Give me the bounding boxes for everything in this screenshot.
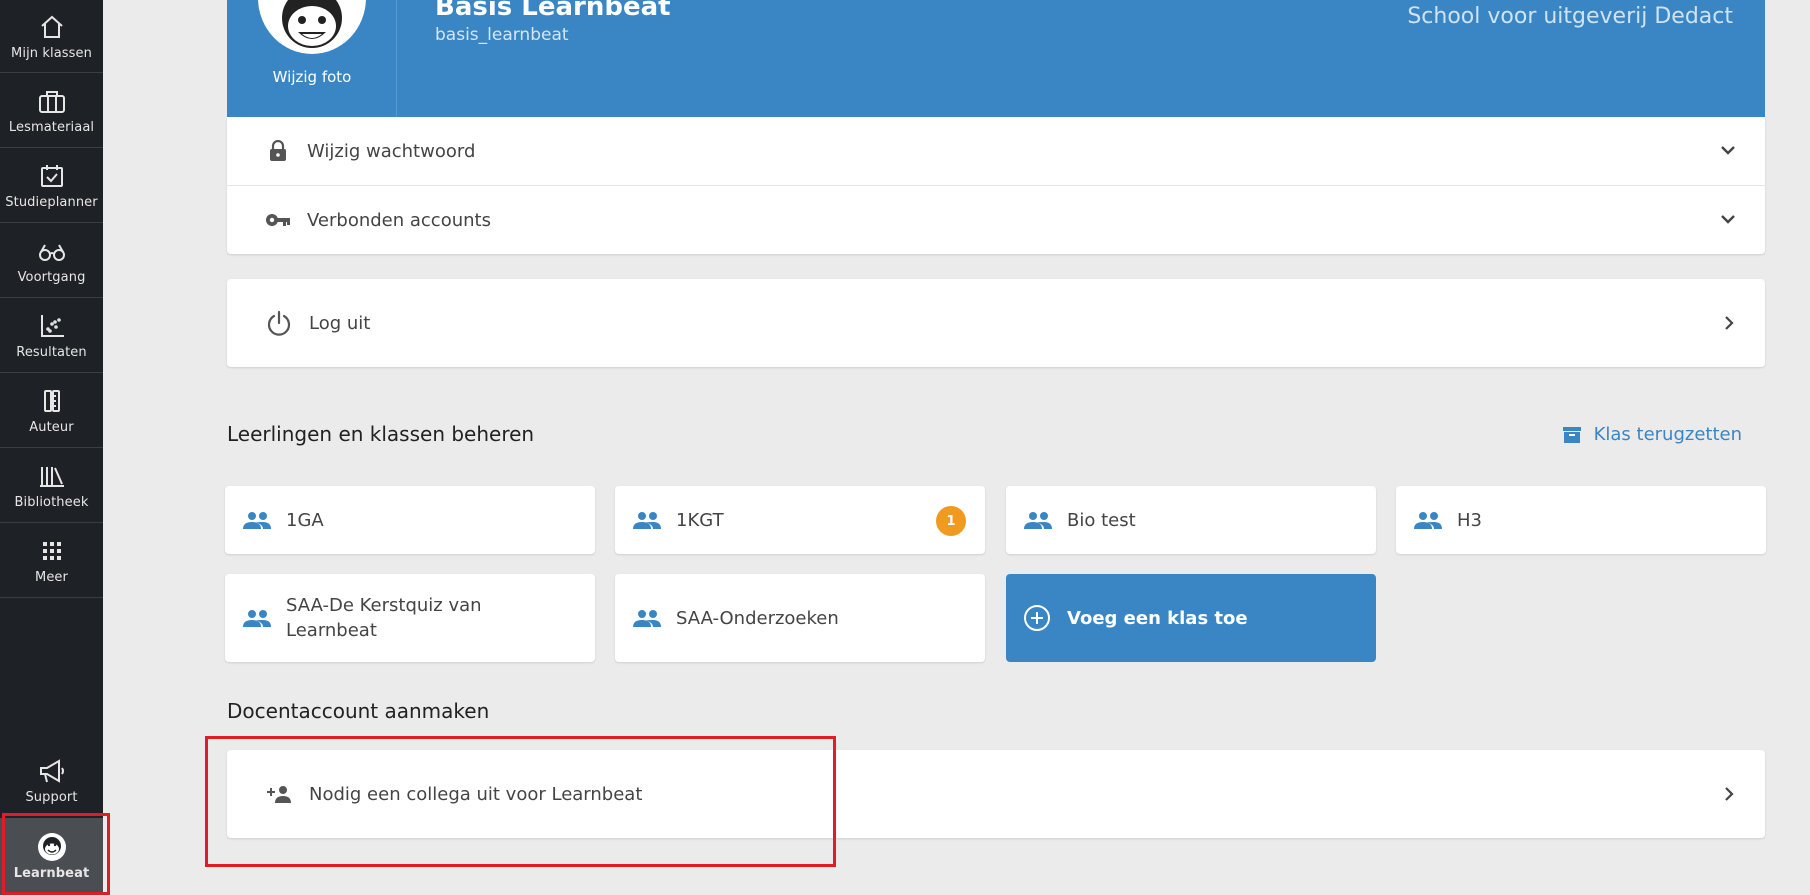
monkey-avatar-icon [37,832,67,862]
class-card-saa-kerstquiz[interactable]: SAA-De Kerstquiz van Learnbeat [225,574,595,662]
sidebar-item-studieplanner[interactable]: Studieplanner [0,148,103,223]
megaphone-icon [37,756,67,786]
sidebar-item-meer[interactable]: Meer [0,523,103,598]
class-card-bio-test[interactable]: Bio test [1006,486,1376,554]
group-icon [242,510,272,530]
avatar-section: Wijzig foto [227,0,397,117]
profile-username: basis_learnbeat [435,25,569,45]
power-icon [265,309,293,337]
logout-button[interactable]: Log uit [227,279,1765,367]
monkey-face-icon [282,0,342,48]
briefcase-icon [37,86,67,116]
chevron-down-icon [1719,141,1737,163]
class-card-saa-onderzoeken[interactable]: SAA-Onderzoeken [615,574,985,662]
add-class-button[interactable]: Voeg een klas toe [1006,574,1376,662]
sidebar-item-mijn-klassen[interactable]: Mijn klassen [0,0,103,73]
sidebar-item-auteur[interactable]: Auteur [0,373,103,448]
lock-icon [265,140,291,162]
account-settings: Wijzig wachtwoord Verbonden accounts [227,117,1765,254]
teacher-account-title: Docentaccount aanmaken [227,699,490,723]
books-icon [37,461,67,491]
restore-class-button[interactable]: Klas terugzetten [1562,424,1742,445]
sidebar-item-resultaten[interactable]: Resultaten [0,298,103,373]
avatar[interactable] [258,0,366,54]
plus-circle-icon [1023,604,1053,632]
group-icon [1413,510,1443,530]
glasses-icon [37,236,67,266]
sidebar-item-lesmateriaal[interactable]: Lesmateriaal [0,73,103,148]
classes-section-title: Leerlingen en klassen beheren [227,422,535,446]
home-icon [37,12,67,42]
archive-icon [1562,425,1582,445]
profile-name: Basis Learnbeat [435,0,671,22]
chevron-right-icon [1721,786,1737,806]
change-password-row[interactable]: Wijzig wachtwoord [227,117,1765,185]
sidebar-item-bibliotheek[interactable]: Bibliotheek [0,448,103,523]
scatter-chart-icon [37,311,67,341]
invite-colleague-button[interactable]: Nodig een collega uit voor Learnbeat [227,750,1765,838]
sidebar: Mijn klassen Lesmateriaal Studieplanner … [0,0,103,895]
class-card-1kgt[interactable]: 1KGT 1 [615,486,985,554]
key-icon [265,212,291,228]
chevron-down-icon [1719,210,1737,232]
grid-dots-icon [37,536,67,566]
profile-header: Wijzig foto Basis Learnbeat basis_learnb… [227,0,1765,117]
calendar-check-icon [37,161,67,191]
pencil-ruler-icon [37,386,67,416]
group-icon [1023,510,1053,530]
sidebar-item-account[interactable]: Learnbeat [0,818,103,895]
sidebar-item-support[interactable]: Support [0,743,103,818]
group-icon [242,608,272,628]
connected-accounts-row[interactable]: Verbonden accounts [227,185,1765,254]
change-photo-link[interactable]: Wijzig foto [227,68,397,86]
sidebar-item-voortgang[interactable]: Voortgang [0,223,103,298]
class-card-h3[interactable]: H3 [1396,486,1766,554]
notification-badge: 1 [936,506,966,536]
add-person-icon [265,784,293,804]
group-icon [632,608,662,628]
class-card-1ga[interactable]: 1GA [225,486,595,554]
chevron-right-icon [1721,315,1737,335]
group-icon [632,510,662,530]
profile-school: School voor uitgeverij Dedact [1407,4,1733,29]
